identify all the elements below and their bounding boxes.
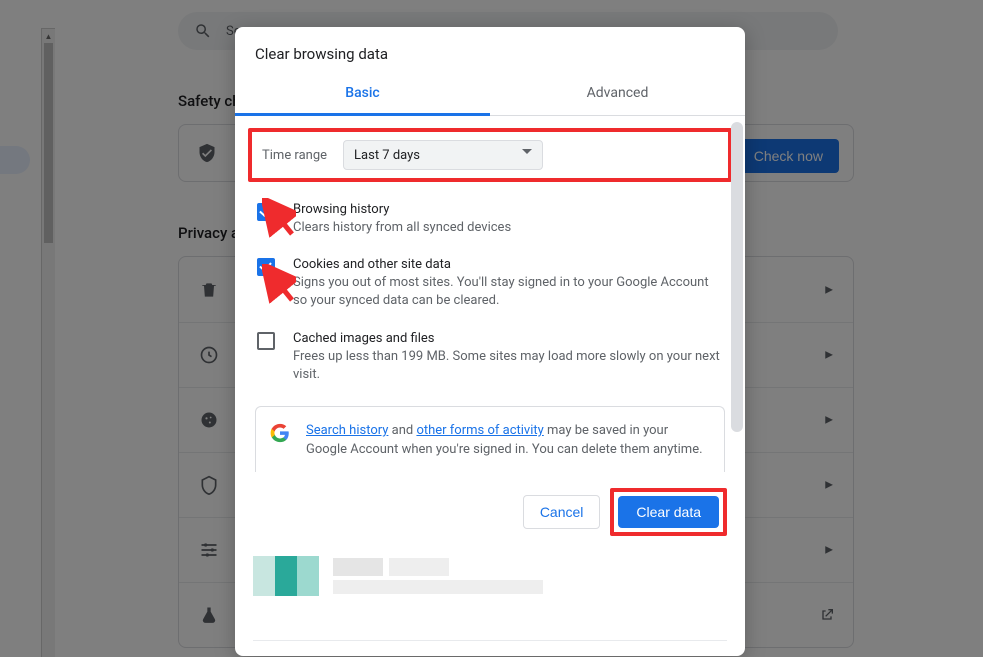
info-text: Search history and other forms of activi… bbox=[306, 421, 710, 460]
dialog-title: Clear browsing data bbox=[235, 27, 745, 73]
cache-option[interactable]: Cached images and files Frees up less th… bbox=[235, 321, 745, 394]
cancel-button[interactable]: Cancel bbox=[523, 495, 601, 529]
search-history-link[interactable]: Search history bbox=[306, 423, 388, 438]
option-title: Cached images and files bbox=[293, 331, 721, 346]
dialog-buttons: Cancel Clear data bbox=[235, 472, 745, 546]
option-title: Browsing history bbox=[293, 202, 721, 217]
time-range-label: Time range bbox=[262, 148, 327, 163]
option-subtitle: Clears history from all synced devices bbox=[293, 219, 721, 237]
tab-basic[interactable]: Basic bbox=[235, 73, 490, 116]
tab-advanced[interactable]: Advanced bbox=[490, 73, 745, 115]
time-range-select[interactable]: Last 7 days bbox=[343, 140, 543, 170]
dialog-tabs: Basic Advanced bbox=[235, 73, 745, 116]
option-subtitle: Frees up less than 199 MB. Some sites ma… bbox=[293, 348, 721, 384]
sync-account-row bbox=[253, 546, 727, 630]
cache-checkbox[interactable] bbox=[257, 332, 275, 350]
time-range-value: Last 7 days bbox=[354, 148, 420, 163]
dialog-scrollbar[interactable] bbox=[731, 122, 743, 432]
clear-browsing-data-dialog: Clear browsing data Basic Advanced Time … bbox=[235, 27, 745, 656]
time-range-row: Time range Last 7 days bbox=[248, 128, 732, 182]
browsing-history-option[interactable]: Browsing history Clears history from all… bbox=[235, 192, 745, 247]
google-logo-icon bbox=[270, 423, 290, 443]
sign-out-note: To clear browsing data from this device … bbox=[253, 640, 727, 656]
blurred-account-info bbox=[253, 554, 553, 598]
cookies-checkbox[interactable] bbox=[257, 258, 275, 276]
option-subtitle: Signs you out of most sites. You'll stay… bbox=[293, 274, 721, 310]
google-account-info: Search history and other forms of activi… bbox=[255, 406, 725, 472]
clear-data-button[interactable]: Clear data bbox=[618, 496, 719, 528]
dropdown-caret-icon bbox=[522, 149, 532, 154]
clear-data-highlight: Clear data bbox=[610, 488, 727, 536]
browsing-history-checkbox[interactable] bbox=[257, 203, 275, 221]
cookies-option[interactable]: Cookies and other site data Signs you ou… bbox=[235, 247, 745, 320]
option-title: Cookies and other site data bbox=[293, 257, 721, 272]
other-activity-link[interactable]: other forms of activity bbox=[416, 423, 543, 438]
dialog-body: Time range Last 7 days Browsing history … bbox=[235, 116, 745, 656]
